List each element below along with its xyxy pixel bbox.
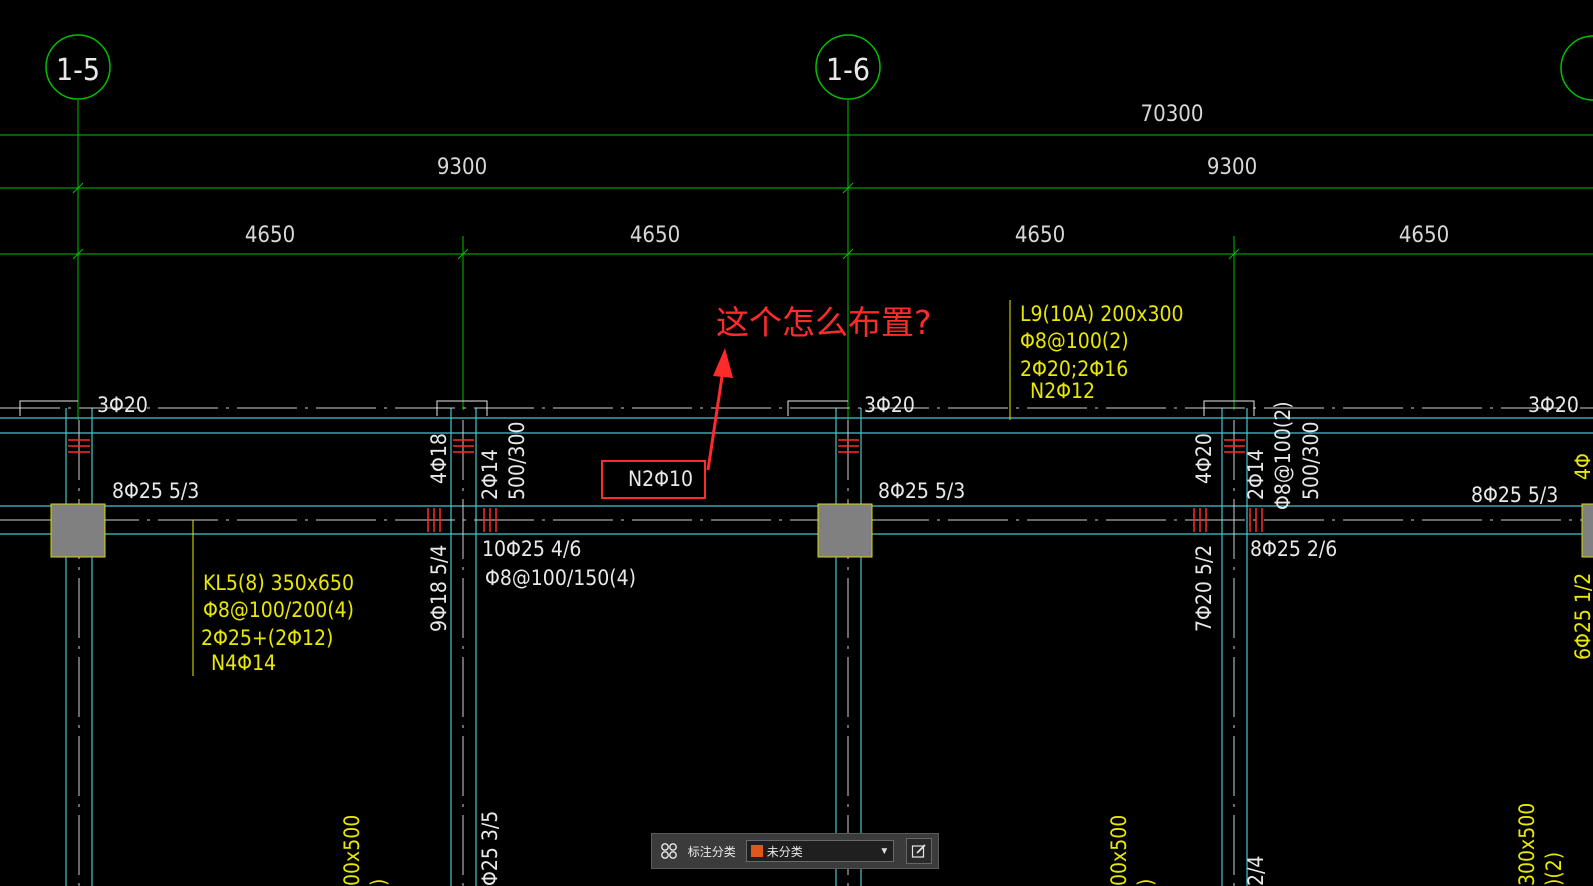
category-selected-value: 未分类 <box>766 844 803 859</box>
dim-9300-left: 9300 <box>437 155 487 180</box>
kl5-line4: N4Φ14 <box>211 651 276 675</box>
span-bottom-rebar-2: 8Φ25 2/6 <box>1250 537 1337 561</box>
kl5-annotation: KL5(8) 350x650 Φ8@100/200(4) 2Φ25+(2Φ12)… <box>201 571 354 675</box>
annotation-category-toolbar: 标注分类 未分类 ▼ <box>651 833 939 869</box>
axis-bubble-partial <box>1560 35 1593 101</box>
dim-4650-1: 4650 <box>245 223 295 248</box>
vert-label-4-20: 4Φ20 <box>1192 433 1216 484</box>
toolbar-label: 标注分类 <box>687 844 736 859</box>
span-bottom-rebar-1: 10Φ25 4/6 <box>482 537 581 561</box>
vert-label-00x500-b: 00x500 <box>1107 815 1131 886</box>
vert-label-right-edge-2: 6Φ25 1/2 <box>1571 573 1593 660</box>
column-2[interactable] <box>817 503 873 558</box>
category-select[interactable]: 未分类 ▼ <box>745 840 895 862</box>
column-3-partial <box>1581 503 1593 558</box>
dim-4650-2: 4650 <box>630 223 680 248</box>
arrow-shaft <box>706 369 725 471</box>
axis-bubble-1-5: 1-5 <box>45 34 111 100</box>
axis-bubble-1-6: 1-6 <box>815 34 881 100</box>
bottom-rebar-label-b: 8Φ25 5/3 <box>878 479 965 503</box>
dim-9300-right: 9300 <box>1207 155 1257 180</box>
column-1[interactable] <box>50 503 106 558</box>
axis-label-1-5: 1-5 <box>56 53 100 88</box>
vert-label-7-20: 7Φ20 5/2 <box>1192 545 1216 632</box>
dim-4650-4: 4650 <box>1399 223 1449 248</box>
dim-4650-3: 4650 <box>1015 223 1065 248</box>
top-rebar-label-mid: 3Φ20 <box>864 393 915 417</box>
vert-label-25-3-5: Φ25 3/5 <box>478 811 502 886</box>
l9-line3: 2Φ20;2Φ16 <box>1020 357 1128 381</box>
l9-line2: Φ8@100(2) <box>1020 329 1129 353</box>
bottom-rebar-label-c: 8Φ25 5/3 <box>1471 483 1558 507</box>
vert-label-paren-a: ) <box>367 879 391 886</box>
kl5-line1: KL5(8) 350x650 <box>203 571 354 595</box>
l9-annotation: L9(10A) 200x300 Φ8@100(2) 2Φ20;2Φ16 N2Φ1… <box>1020 302 1184 403</box>
edit-icon[interactable] <box>906 838 932 864</box>
vert-label-2-right: )(2) <box>1542 852 1566 886</box>
vert-label-4-18: 4Φ18 <box>427 433 451 484</box>
dim-total: 70300 <box>1141 102 1204 127</box>
span-stirrup-1: Φ8@100/150(4) <box>485 566 636 590</box>
vert-label-2-4: 2/4 <box>1244 856 1268 886</box>
l9-line1: L9(10A) 200x300 <box>1020 302 1184 326</box>
vert-label-00x500-a: 00x500 <box>340 815 364 886</box>
vert-label-paren-b: ) <box>1134 879 1158 886</box>
cad-drawing-canvas[interactable]: 1-5 1-6 70300 9300 9300 4650 4650 4650 4… <box>0 0 1593 886</box>
category-color-swatch <box>750 845 763 857</box>
vert-label-9-18: 9Φ18 5/4 <box>427 545 451 632</box>
bottom-rebar-label-a: 8Φ25 5/3 <box>112 479 199 503</box>
vert-label-right-edge-1: 4Φ <box>1571 453 1593 480</box>
vert-label-300x500: 300x500 <box>1515 803 1539 886</box>
vert-label-500-300-b: 500/300 <box>1299 422 1323 500</box>
chevron-down-icon: ▼ <box>879 845 890 857</box>
l9-line4: N2Φ12 <box>1030 379 1095 403</box>
axis-label-1-6: 1-6 <box>826 53 870 88</box>
arrow-head-icon <box>713 348 733 378</box>
question-text: 这个怎么布置? <box>716 303 932 342</box>
vert-label-2-14-b: 2Φ14 <box>1244 449 1268 500</box>
top-rebar-label-right: 3Φ20 <box>1528 393 1579 417</box>
kl5-line3: 2Φ25+(2Φ12) <box>201 626 333 650</box>
vert-label-500-300-a: 500/300 <box>505 422 529 500</box>
boxed-label: N2Φ10 <box>628 467 693 491</box>
vert-label-2-14-a: 2Φ14 <box>478 449 502 500</box>
dimension-lines <box>0 100 1593 420</box>
vert-label-stirrup-b: Φ8@100(2) <box>1271 401 1295 510</box>
top-rebar-label-left: 3Φ20 <box>97 393 148 417</box>
kl5-line2: Φ8@100/200(4) <box>203 598 354 622</box>
grid-apps-icon[interactable] <box>658 840 680 862</box>
